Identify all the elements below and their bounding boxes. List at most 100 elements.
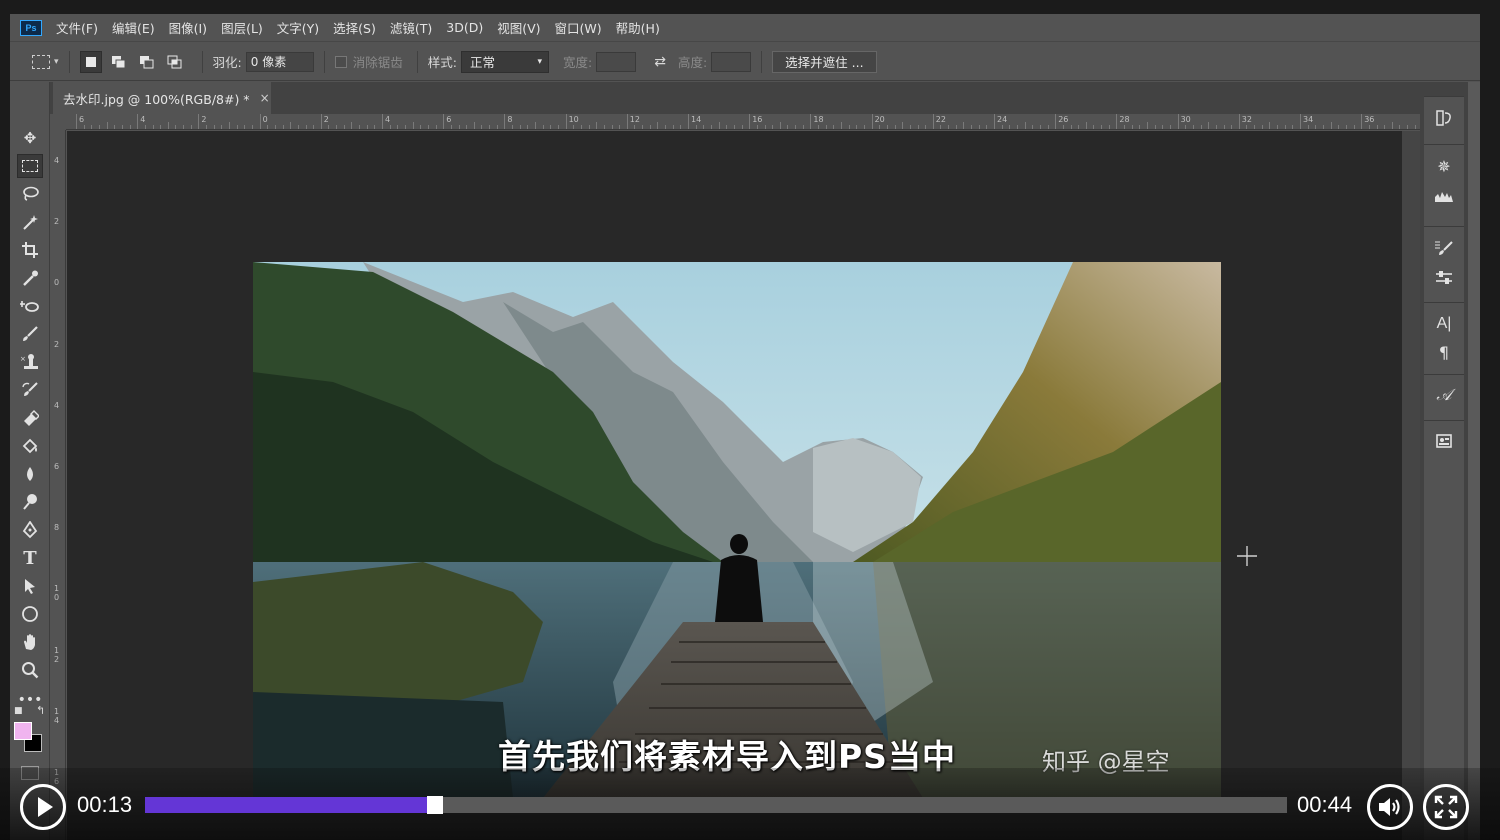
ruler-minor-tick <box>894 125 896 129</box>
ruler-minor-tick <box>795 125 797 129</box>
histogram-panel-button[interactable] <box>1432 185 1456 207</box>
style-select[interactable]: 正常 ▾ <box>460 50 549 73</box>
swap-colors-icon[interactable]: ↰ <box>36 704 45 717</box>
brush-settings-panel-button[interactable] <box>1432 237 1456 259</box>
menu-image[interactable]: 图像(I) <box>169 18 207 37</box>
menu-help[interactable]: 帮助(H) <box>616 18 660 37</box>
path-selection-tool[interactable] <box>17 574 43 598</box>
tool-preset-picker[interactable]: ▾ <box>10 54 59 69</box>
width-input[interactable] <box>596 51 637 72</box>
ruler-minor-tick <box>1292 125 1294 129</box>
feather-input[interactable]: 0 像素 <box>245 51 314 72</box>
paint-bucket-tool[interactable] <box>17 434 43 458</box>
move-tool[interactable]: ✥ <box>17 126 43 150</box>
marquee-tool[interactable] <box>17 154 43 178</box>
libraries-panel-button[interactable] <box>1432 430 1456 452</box>
healing-brush-tool[interactable] <box>17 294 43 318</box>
new-selection-button[interactable] <box>79 50 102 73</box>
feather-label: 羽化: <box>212 55 242 70</box>
crop-icon <box>22 242 38 258</box>
ruler-minor-tick <box>435 125 437 129</box>
ruler-minor-tick <box>244 125 246 129</box>
character-panel-button[interactable]: A| <box>1432 313 1456 335</box>
ruler-minor-tick <box>1200 125 1202 129</box>
clone-stamp-tool[interactable]: × <box>17 350 43 374</box>
menu-select[interactable]: 选择(S) <box>333 18 376 37</box>
hand-tool[interactable] <box>17 630 43 654</box>
eraser-tool[interactable] <box>17 406 43 430</box>
ruler-tick <box>626 114 628 129</box>
glyphs-panel-button[interactable]: 𝒜 <box>1432 384 1456 406</box>
close-icon[interactable]: × <box>260 91 270 105</box>
history-brush-tool[interactable] <box>17 378 43 402</box>
ruler-label: 0 <box>54 278 60 288</box>
document-image <box>253 262 1221 798</box>
pen-tool[interactable] <box>17 518 43 542</box>
history-panel-button[interactable] <box>1432 107 1456 129</box>
ruler-minor-tick <box>1047 125 1049 129</box>
ruler-minor-tick <box>1315 125 1317 129</box>
foreground-color-swatch[interactable] <box>14 722 32 740</box>
brush-tool[interactable] <box>17 322 43 346</box>
ellipse-tool[interactable] <box>17 602 43 626</box>
crop-tool[interactable] <box>17 238 43 262</box>
vertical-scrollbar[interactable] <box>1402 131 1420 840</box>
select-and-mask-button[interactable]: 选择并遮住 ... <box>772 50 877 73</box>
magic-wand-tool[interactable] <box>17 210 43 234</box>
ellipse-icon <box>22 606 38 622</box>
type-tool[interactable]: T <box>17 546 43 570</box>
new-selection-icon <box>85 56 96 67</box>
play-icon <box>38 797 53 817</box>
subtract-selection-button[interactable] <box>136 51 158 73</box>
volume-button[interactable] <box>1367 784 1413 830</box>
ruler-minor-tick <box>764 125 766 129</box>
fullscreen-button[interactable] <box>1423 784 1469 830</box>
ruler-minor-tick <box>519 125 521 129</box>
eyedropper-tool[interactable] <box>17 266 43 290</box>
collapsed-panels: ✵ A| ¶ 𝒜 <box>1424 96 1464 840</box>
menu-filter[interactable]: 滤镜(T) <box>390 18 432 37</box>
progress-thumb[interactable] <box>426 796 443 814</box>
ruler-minor-tick <box>106 122 108 129</box>
height-input[interactable] <box>711 51 752 72</box>
lasso-tool[interactable] <box>17 182 43 206</box>
adjustments-panel-button[interactable] <box>1432 267 1456 289</box>
paragraph-panel-button[interactable]: ¶ <box>1432 341 1456 363</box>
intersect-selection-icon <box>167 55 182 68</box>
paragraph-icon: ¶ <box>1438 342 1450 362</box>
ruler-label: 4 <box>140 115 146 124</box>
menu-view[interactable]: 视图(V) <box>497 18 540 37</box>
menu-edit[interactable]: 编辑(E) <box>112 18 155 37</box>
document-tab[interactable]: 去水印.jpg @ 100%(RGB/8#) * × <box>53 82 271 114</box>
antialias-checkbox[interactable] <box>334 55 347 68</box>
panel-group <box>1424 226 1464 296</box>
blur-tool[interactable] <box>17 462 43 486</box>
ruler-minor-tick <box>649 125 651 129</box>
ruler-minor-tick <box>1277 125 1279 129</box>
add-selection-button[interactable] <box>108 51 130 73</box>
menu-file[interactable]: 文件(F) <box>56 18 98 37</box>
ruler-minor-tick <box>948 125 950 129</box>
menu-layer[interactable]: 图层(L) <box>221 18 263 37</box>
default-colors-icon[interactable]: ■ <box>14 706 23 716</box>
ruler-tick <box>76 114 77 129</box>
dodge-tool[interactable] <box>17 490 43 514</box>
panel-group: A| ¶ <box>1424 302 1464 368</box>
swap-dimensions-icon[interactable]: ⇄ <box>654 54 666 70</box>
ruler-minor-tick <box>1246 125 1248 129</box>
menu-3d[interactable]: 3D(D) <box>446 20 483 35</box>
ruler-minor-tick <box>672 125 674 129</box>
ruler-tick <box>1300 114 1301 129</box>
menu-window[interactable]: 窗口(W) <box>555 18 602 37</box>
zoom-tool[interactable] <box>17 658 43 682</box>
ruler-minor-tick <box>833 125 835 129</box>
ruler-minor-tick <box>343 125 345 129</box>
play-button[interactable] <box>20 784 66 830</box>
menu-type[interactable]: 文字(Y) <box>277 18 319 37</box>
options-bar: ▾ 羽化: 0 像素 消除锯齿 样式: 正常 ▾ 宽度: ⇄ 高度: 选择并遮住 <box>10 43 1480 81</box>
zoom-icon <box>22 662 39 679</box>
navigator-panel-button[interactable]: ✵ <box>1432 155 1456 177</box>
intersect-selection-button[interactable] <box>164 51 186 73</box>
ruler-label: 18 <box>813 115 824 124</box>
progress-bar[interactable] <box>145 796 1287 814</box>
